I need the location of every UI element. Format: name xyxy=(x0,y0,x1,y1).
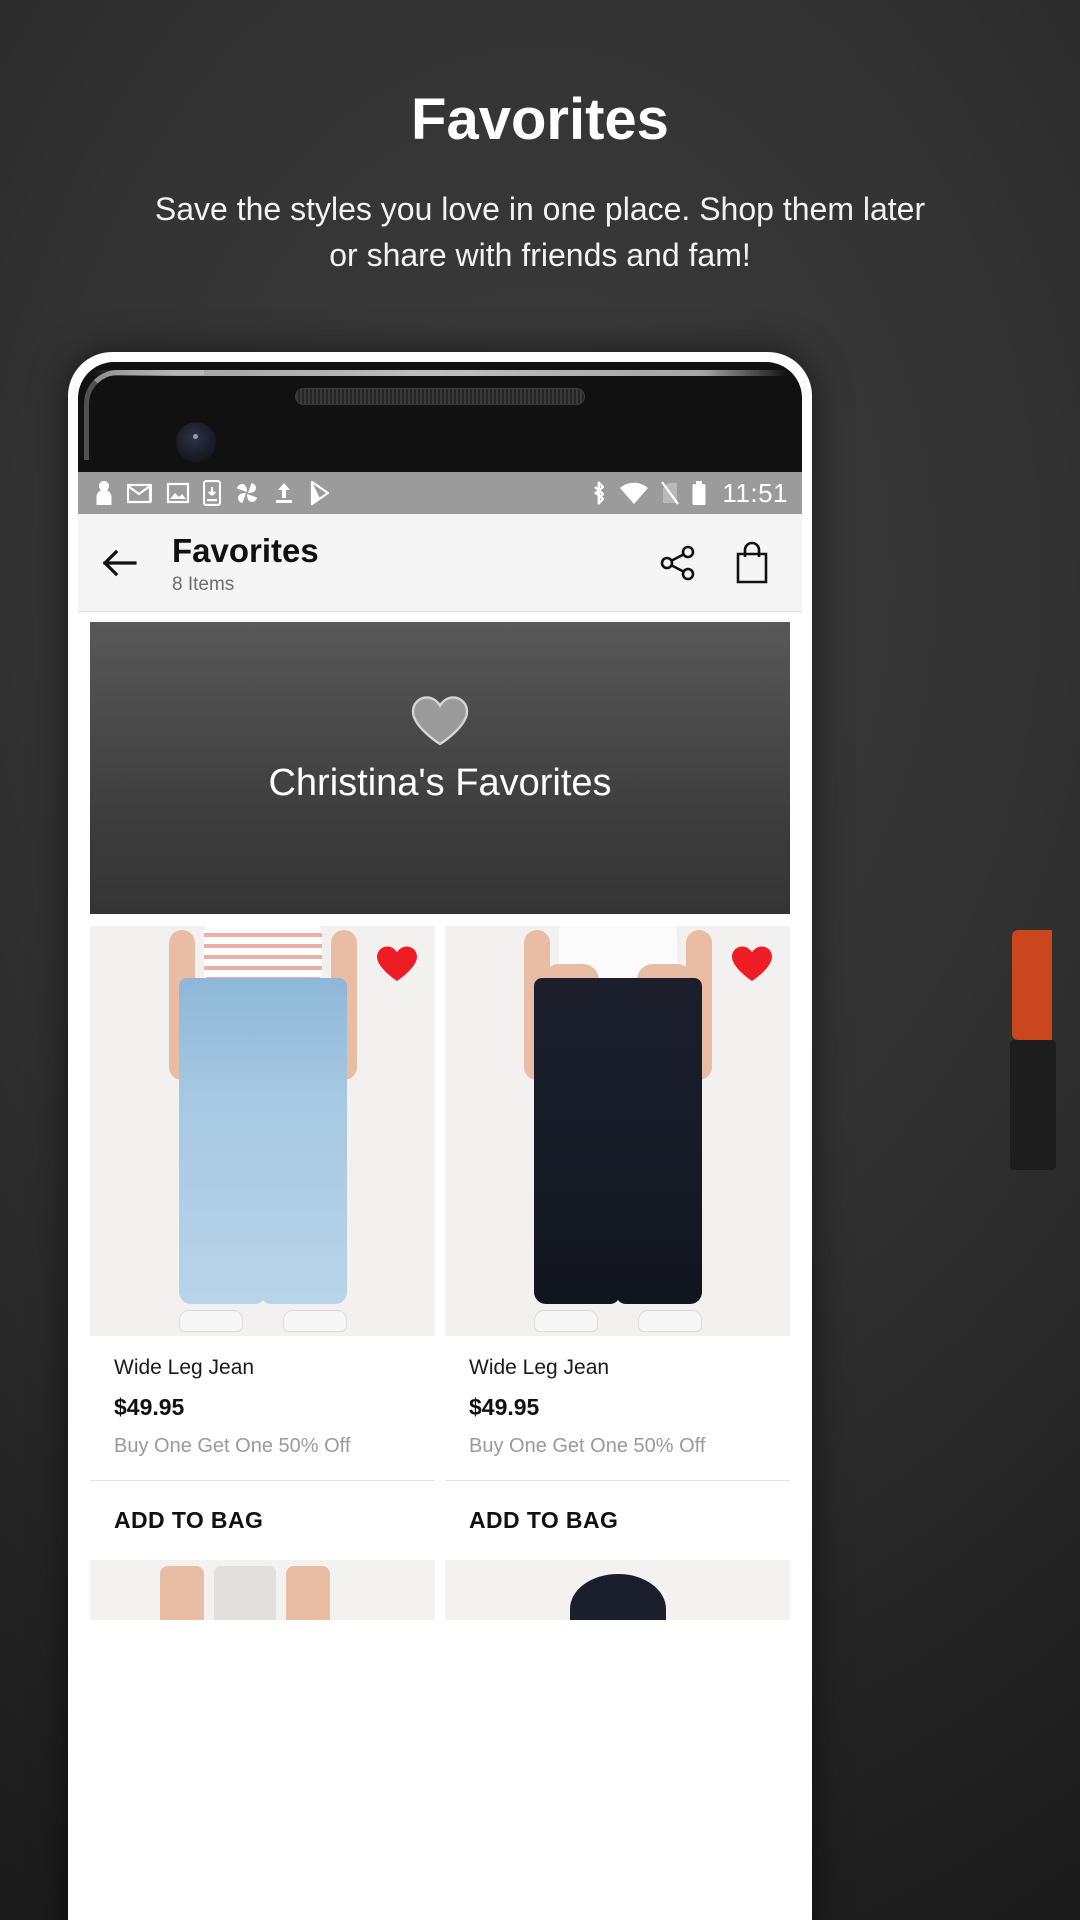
status-bar-right-icons: 11:51 xyxy=(590,478,788,509)
contacts-icon xyxy=(96,481,112,505)
product-photo-model xyxy=(90,926,435,1336)
promo-subtitle: Save the styles you love in one place. S… xyxy=(154,191,926,273)
product-name: Wide Leg Jean xyxy=(114,1356,255,1379)
promo-title: Favorites xyxy=(411,87,669,152)
side-peek-accent xyxy=(1012,930,1052,1040)
product-card[interactable]: Wide Leg Jean $49.95 Buy One Get One 50%… xyxy=(90,926,435,1560)
battery-icon xyxy=(692,480,706,505)
photos-icon xyxy=(166,482,190,504)
front-camera xyxy=(176,422,216,462)
add-to-bag-button[interactable]: ADD TO BAG xyxy=(90,1481,435,1560)
product-card-peek[interactable] xyxy=(90,1560,435,1620)
favorite-heart-icon[interactable] xyxy=(375,944,419,984)
wifi-icon xyxy=(620,482,649,504)
upload-icon xyxy=(276,483,292,503)
pinwheel-icon xyxy=(237,483,257,503)
product-price: $49.95 xyxy=(469,1394,540,1420)
shopping-bag-button[interactable] xyxy=(732,541,772,585)
app-bar-titles: Favorites 8 Items xyxy=(172,530,658,596)
product-info: Wide Leg Jean $49.95 Buy One Get One 50%… xyxy=(445,1336,790,1481)
favorite-heart-icon[interactable] xyxy=(730,944,774,984)
favorites-list-name: Christina's Favorites xyxy=(268,762,612,804)
product-card[interactable]: Wide Leg Jean $49.95 Buy One Get One 50%… xyxy=(445,926,790,1560)
share-icon xyxy=(660,545,695,580)
status-bar-clock: 11:51 xyxy=(722,477,788,508)
no-sim-icon xyxy=(661,481,680,505)
product-promo: Buy One Get One 50% Off xyxy=(114,1435,351,1457)
heart-outline-icon xyxy=(411,696,469,746)
arrow-left-icon xyxy=(102,549,137,576)
phone-device-frame: 11:51 Favorites 8 Items Christina's Favo… xyxy=(68,352,812,1920)
product-card-peek[interactable] xyxy=(445,1560,790,1620)
page-title: Favorites xyxy=(172,531,319,569)
add-to-bag-button[interactable]: ADD TO BAG xyxy=(445,1481,790,1560)
status-bar: 11:51 xyxy=(78,472,802,514)
phone-screen: 11:51 Favorites 8 Items Christina's Favo… xyxy=(78,472,802,1920)
back-button[interactable] xyxy=(100,548,140,578)
next-row-peek xyxy=(90,1560,790,1620)
gmail-icon xyxy=(127,483,152,504)
earpiece-speaker xyxy=(295,388,585,405)
app-bar-actions xyxy=(658,541,778,585)
bluetooth-icon xyxy=(594,481,605,505)
product-promo: Buy One Get One 50% Off xyxy=(469,1435,706,1457)
shopping-bag-icon xyxy=(736,541,768,583)
app-update-icon xyxy=(203,480,221,506)
promo-screenshot: Favorites Save the styles you love in on… xyxy=(0,0,1080,1920)
product-name: Wide Leg Jean xyxy=(469,1356,610,1379)
app-bar: Favorites 8 Items xyxy=(78,514,802,612)
phone-bezel: 11:51 Favorites 8 Items Christina's Favo… xyxy=(78,362,802,1920)
side-peek-shadow xyxy=(1010,1040,1056,1170)
product-grid: Wide Leg Jean $49.95 Buy One Get One 50%… xyxy=(90,926,790,1560)
play-store-icon xyxy=(310,480,330,506)
product-image[interactable] xyxy=(90,926,435,1336)
product-info: Wide Leg Jean $49.95 Buy One Get One 50%… xyxy=(90,1336,435,1481)
status-bar-left-icons xyxy=(94,480,590,506)
product-image[interactable] xyxy=(445,926,790,1336)
favorites-hero-banner[interactable]: Christina's Favorites xyxy=(90,622,790,914)
product-price: $49.95 xyxy=(114,1394,185,1420)
share-button[interactable] xyxy=(658,543,698,583)
product-photo-model xyxy=(445,926,790,1336)
item-count: 8 Items xyxy=(172,573,235,595)
